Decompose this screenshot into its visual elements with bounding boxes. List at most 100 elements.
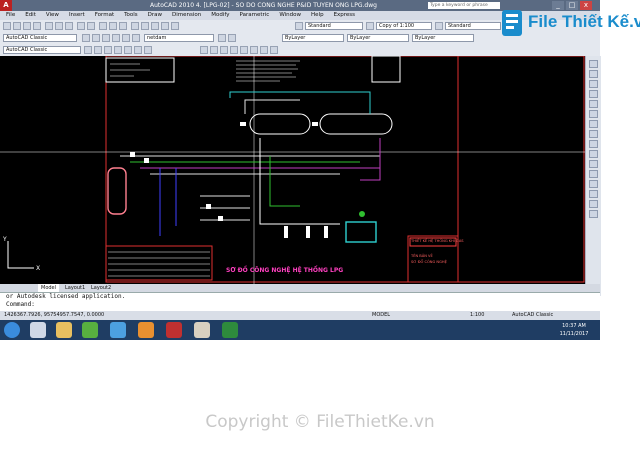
pan-icon[interactable] bbox=[99, 22, 107, 30]
tab-layout1[interactable]: Layout1 bbox=[62, 284, 88, 292]
redo-icon[interactable] bbox=[87, 22, 95, 30]
line-icon[interactable] bbox=[84, 46, 92, 54]
mirror-icon[interactable] bbox=[270, 46, 278, 54]
office-icon[interactable] bbox=[138, 322, 154, 338]
trim-tool-icon[interactable] bbox=[589, 150, 598, 158]
tab-layout2[interactable]: Layout2 bbox=[88, 284, 114, 292]
internet-explorer-icon[interactable] bbox=[30, 322, 46, 338]
text-style-dropdown[interactable]: Standard bbox=[305, 22, 363, 30]
menu-help[interactable]: Help bbox=[311, 12, 324, 18]
scale-tool-icon[interactable] bbox=[589, 130, 598, 138]
linetype-dropdown[interactable]: ByLayer bbox=[347, 34, 409, 42]
file-explorer-icon[interactable] bbox=[56, 322, 72, 338]
zalo-icon[interactable] bbox=[110, 322, 126, 338]
lineweight-dropdown[interactable]: ByLayer bbox=[412, 34, 474, 42]
tab-model[interactable]: Model bbox=[38, 284, 60, 292]
text-style-icon[interactable] bbox=[295, 22, 303, 30]
autocad-taskbar-icon[interactable] bbox=[166, 322, 182, 338]
annotation-scale-status[interactable]: 1:100 bbox=[470, 311, 484, 320]
paint-icon[interactable] bbox=[194, 322, 210, 338]
extend-tool-icon[interactable] bbox=[589, 160, 598, 168]
annotation-scale-dropdown[interactable]: Copy of 1:100 bbox=[376, 22, 432, 30]
lock-icon[interactable] bbox=[132, 34, 140, 42]
polyline-icon[interactable] bbox=[94, 46, 102, 54]
command-line[interactable]: or Autodesk licensed application. Comman… bbox=[0, 292, 600, 312]
hatch-icon[interactable] bbox=[134, 46, 142, 54]
text-icon[interactable] bbox=[144, 46, 152, 54]
zoom-window-icon[interactable] bbox=[119, 22, 127, 30]
menu-tools[interactable]: Tools bbox=[124, 12, 138, 18]
workspace-dropdown[interactable]: AutoCAD Classic bbox=[3, 34, 77, 42]
system-clock[interactable]: 10:37 AM 11/11/2017 bbox=[552, 322, 596, 338]
menu-dimension[interactable]: Dimension bbox=[172, 12, 201, 18]
start-button-icon[interactable] bbox=[4, 322, 20, 338]
new-icon[interactable] bbox=[3, 22, 11, 30]
circle-icon[interactable] bbox=[104, 46, 112, 54]
dim-style-dropdown[interactable]: Standard bbox=[445, 22, 501, 30]
rotate-tool-icon[interactable] bbox=[589, 120, 598, 128]
model-space-toggle[interactable]: MODEL bbox=[372, 311, 390, 320]
workspace-select[interactable]: AutoCAD Classic bbox=[3, 46, 81, 54]
menu-view[interactable]: View bbox=[46, 12, 59, 18]
copy-tool-icon[interactable] bbox=[589, 70, 598, 78]
extend-icon[interactable] bbox=[250, 46, 258, 54]
trim-icon[interactable] bbox=[240, 46, 248, 54]
layer-state-icon[interactable] bbox=[92, 34, 100, 42]
layer-previous-icon[interactable] bbox=[102, 34, 110, 42]
tool-palettes-icon[interactable] bbox=[151, 22, 159, 30]
calculator-icon[interactable] bbox=[161, 22, 169, 30]
menu-file[interactable]: File bbox=[6, 12, 15, 18]
dim-style-icon[interactable] bbox=[435, 22, 443, 30]
move-icon[interactable] bbox=[210, 46, 218, 54]
lightbulb-icon[interactable] bbox=[112, 34, 120, 42]
color-dropdown[interactable]: ByLayer bbox=[282, 34, 344, 42]
paste-icon[interactable] bbox=[65, 22, 73, 30]
annotation-scale-icon[interactable] bbox=[366, 22, 374, 30]
break-tool-icon[interactable] bbox=[589, 170, 598, 178]
erase-tool-icon[interactable] bbox=[589, 60, 598, 68]
open-icon[interactable] bbox=[13, 22, 21, 30]
drawing-canvas[interactable]: Y X SƠ ĐỒ CÔNG NGHỆ HỆ THỐNG LPG THIẾT K… bbox=[0, 56, 585, 284]
design-center-icon[interactable] bbox=[141, 22, 149, 30]
menu-insert[interactable]: Insert bbox=[69, 12, 85, 18]
help-icon[interactable] bbox=[171, 22, 179, 30]
rectangle-icon[interactable] bbox=[124, 46, 132, 54]
mirror-tool-icon[interactable] bbox=[589, 80, 598, 88]
undo-icon[interactable] bbox=[77, 22, 85, 30]
search-input[interactable]: Type a keyword or phrase bbox=[428, 2, 500, 9]
move-tool-icon[interactable] bbox=[589, 110, 598, 118]
menu-express[interactable]: Express bbox=[334, 12, 355, 18]
print-icon[interactable] bbox=[33, 22, 41, 30]
layer-dropdown[interactable]: netdam bbox=[144, 34, 214, 42]
sun-icon[interactable] bbox=[122, 34, 130, 42]
save-icon[interactable] bbox=[23, 22, 31, 30]
zoom-icon[interactable] bbox=[109, 22, 117, 30]
excel-icon[interactable] bbox=[222, 322, 238, 338]
array-tool-icon[interactable] bbox=[589, 100, 598, 108]
layer-properties-icon[interactable] bbox=[82, 34, 90, 42]
autocad-logo-icon[interactable]: A bbox=[0, 0, 12, 11]
copy-icon[interactable] bbox=[55, 22, 63, 30]
offset-icon[interactable] bbox=[260, 46, 268, 54]
cut-icon[interactable] bbox=[45, 22, 53, 30]
menu-format[interactable]: Format bbox=[95, 12, 114, 18]
explode-tool-icon[interactable] bbox=[589, 210, 598, 218]
erase-icon[interactable] bbox=[200, 46, 208, 54]
menu-parametric[interactable]: Parametric bbox=[240, 12, 270, 18]
arc-icon[interactable] bbox=[114, 46, 122, 54]
chamfer-tool-icon[interactable] bbox=[589, 190, 598, 198]
match-layer-icon[interactable] bbox=[228, 34, 236, 42]
rotate-icon[interactable] bbox=[220, 46, 228, 54]
make-current-icon[interactable] bbox=[218, 34, 226, 42]
menu-edit[interactable]: Edit bbox=[25, 12, 36, 18]
menu-draw[interactable]: Draw bbox=[148, 12, 162, 18]
menu-modify[interactable]: Modify bbox=[211, 12, 229, 18]
offset-tool-icon[interactable] bbox=[589, 90, 598, 98]
properties-icon[interactable] bbox=[131, 22, 139, 30]
menu-window[interactable]: Window bbox=[279, 12, 301, 18]
fillet-tool-icon[interactable] bbox=[589, 200, 598, 208]
media-player-icon[interactable] bbox=[82, 322, 98, 338]
scale-icon[interactable] bbox=[230, 46, 238, 54]
workspace-status[interactable]: AutoCAD Classic bbox=[512, 311, 553, 320]
join-tool-icon[interactable] bbox=[589, 180, 598, 188]
